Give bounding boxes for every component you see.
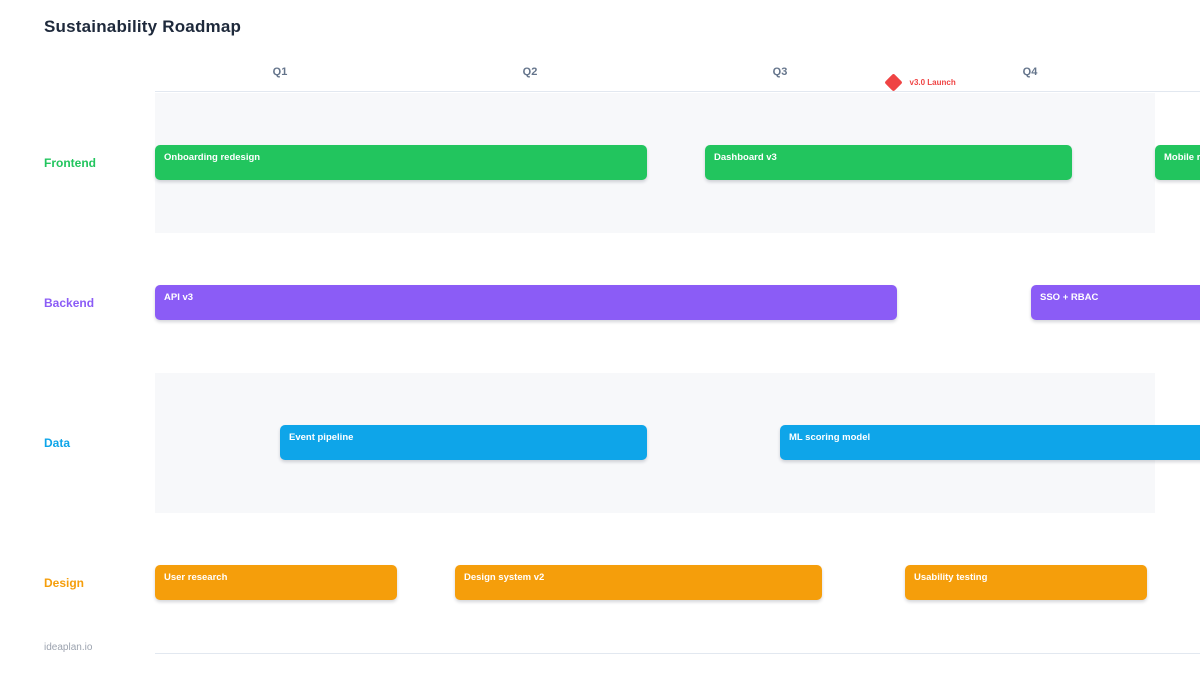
timeline-top-gridline (155, 91, 1200, 92)
roadmap-row-backend: Backend API v3 SSO + RBAC (0, 233, 1200, 373)
quarter-label-q2: Q2 (522, 66, 538, 78)
task-bar-label: Onboarding redesign (164, 152, 261, 163)
task-bar-label: API v3 (164, 292, 194, 303)
task-bar[interactable]: Usability testing (905, 565, 1147, 600)
brand-footer: ideaplan.io (44, 642, 93, 653)
task-bar-label: Design system v2 (464, 572, 545, 583)
task-bar[interactable]: API v3 (155, 285, 897, 320)
task-bar-label: ML scoring model (789, 432, 871, 443)
timeline-bottom-gridline (155, 653, 1200, 654)
quarter-label-q3: Q3 (772, 66, 788, 78)
roadmap-row-data: Data Event pipeline ML scoring model (0, 373, 1200, 513)
task-bar[interactable]: ML scoring model (780, 425, 1200, 460)
roadmap-row-design: Design User research Design system v2 Usabi… (0, 513, 1200, 653)
task-bar[interactable]: Dashboard v3 (705, 145, 1072, 180)
row-label-data: Data (44, 436, 71, 450)
quarter-label-q1: Q1 (272, 66, 288, 78)
task-bar-label: Event pipeline (289, 432, 354, 443)
milestone-diamond-icon (883, 72, 903, 92)
milestone-label: v3.0 Launch (909, 77, 956, 87)
row-label-design: Design (44, 576, 85, 590)
task-bar[interactable]: Mobile re (1155, 145, 1200, 180)
task-bar[interactable]: Design system v2 (455, 565, 822, 600)
task-bar[interactable]: User research (155, 565, 397, 600)
roadmap-row-frontend: Frontend Onboarding redesign Dashboard v3 M… (0, 93, 1200, 233)
row-label-frontend: Frontend (44, 156, 96, 170)
task-bar-label: User research (164, 572, 228, 583)
row-label-backend: Backend (44, 296, 95, 310)
task-bar-label: Dashboard v3 (714, 152, 777, 163)
page-title: Sustainability Roadmap (44, 17, 242, 36)
task-bar[interactable]: Onboarding redesign (155, 145, 647, 180)
task-bar[interactable]: Event pipeline (280, 425, 647, 460)
rows-container: Frontend Onboarding redesign Dashboard v3 M… (0, 93, 1200, 653)
task-bar-label: Usability testing (914, 572, 988, 583)
task-bar[interactable]: SSO + RBAC (1031, 285, 1200, 320)
task-bar-label: SSO + RBAC (1040, 292, 1099, 303)
task-bar-label: Mobile re (1164, 152, 1200, 163)
roadmap-page: Sustainability Roadmap Q1 Q2 Q3 Q4 v3.0 … (0, 0, 1200, 675)
